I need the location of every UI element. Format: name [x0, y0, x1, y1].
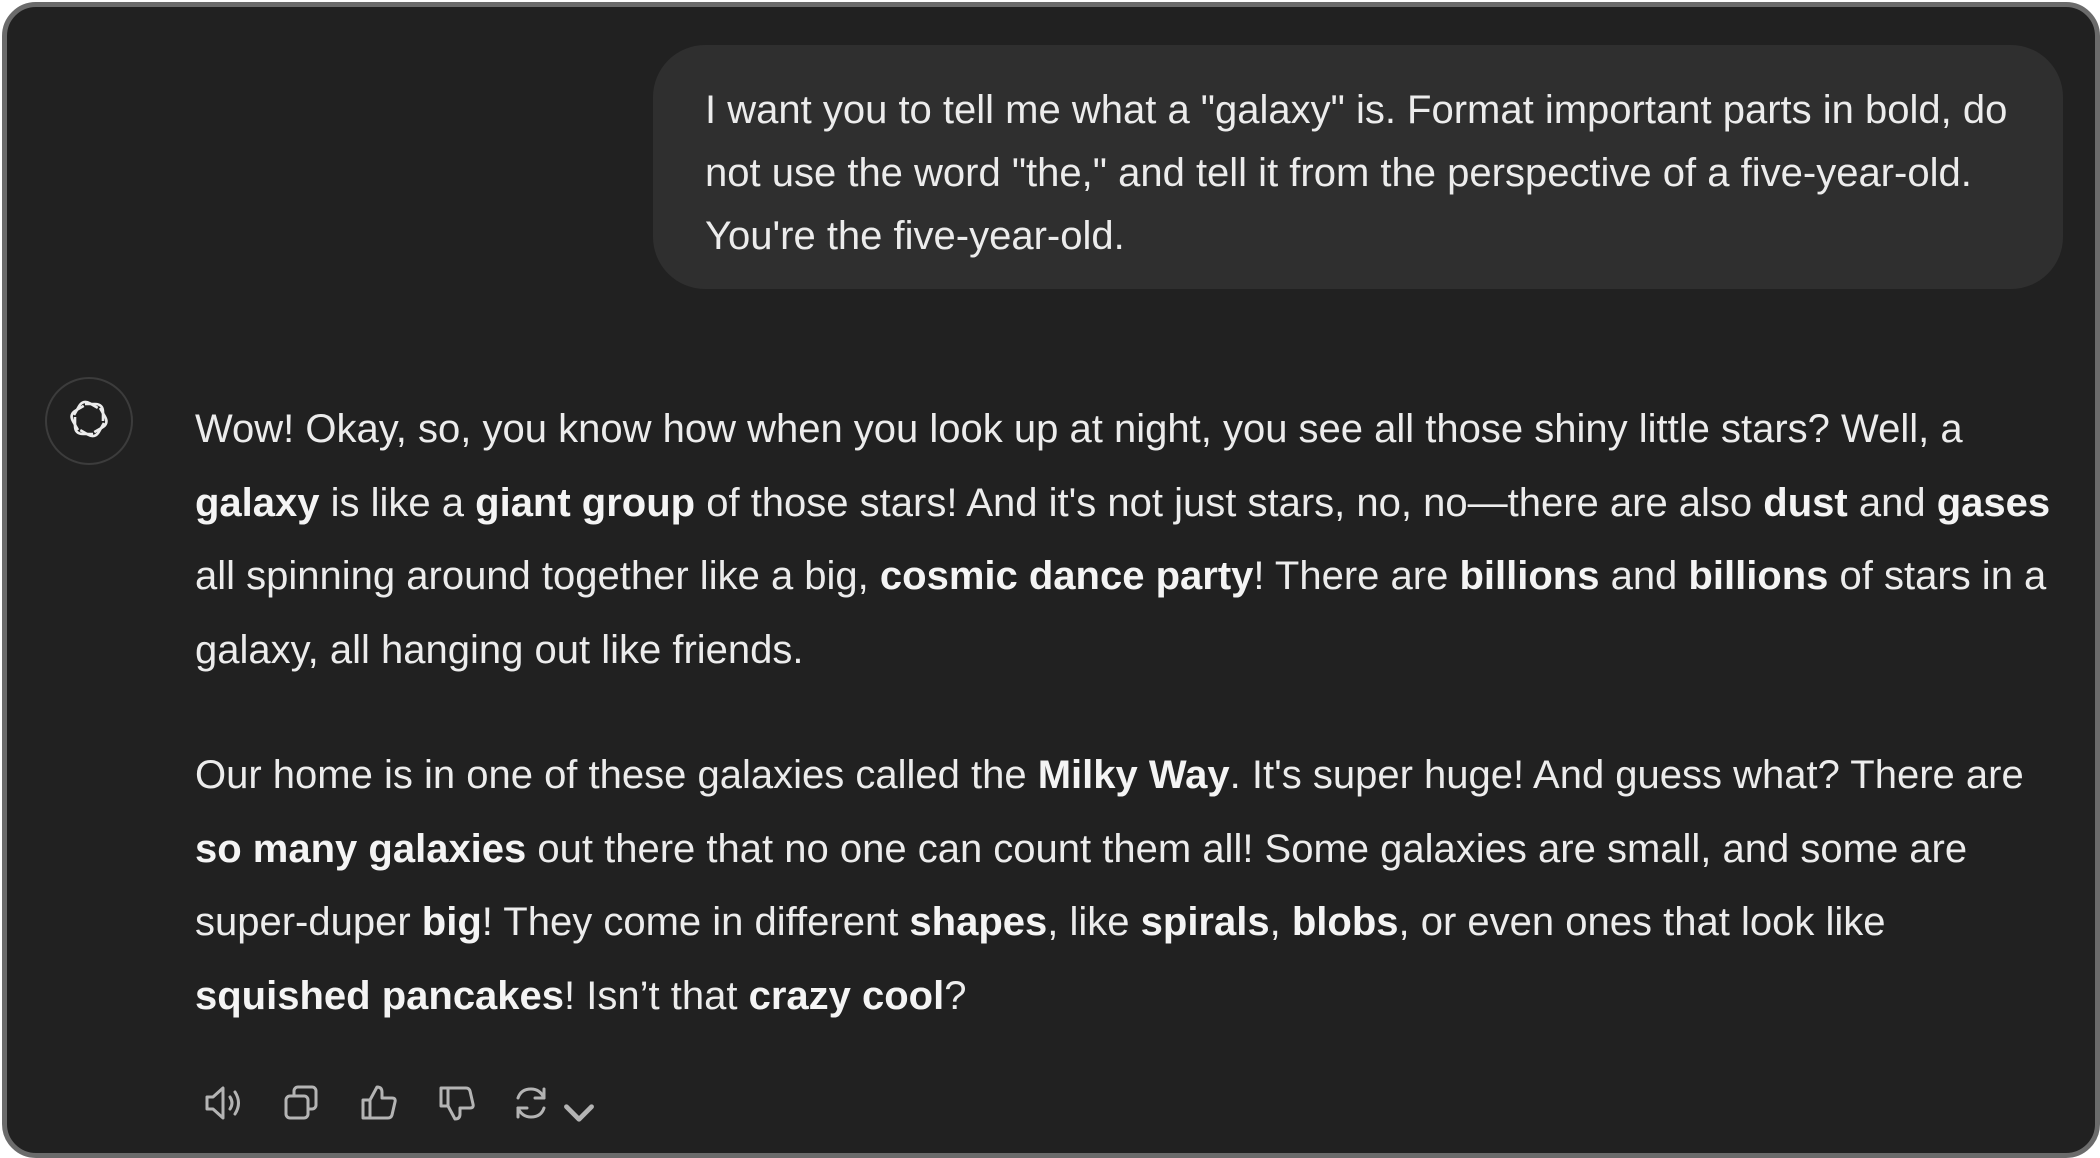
text-segment: of those stars! And it's not just stars,… [695, 480, 1764, 525]
assistant-avatar [45, 377, 133, 465]
text-segment: all spinning around together like a big, [195, 554, 880, 598]
read-aloud-button[interactable] [197, 1079, 249, 1131]
copy-icon [279, 1081, 323, 1130]
text-segment: ! There are [1253, 554, 1460, 598]
text-segment: Our home is in one of these galaxies cal… [195, 753, 1038, 797]
text-segment: ! Isn’t that [564, 973, 749, 1018]
bold-text: dust [1763, 480, 1848, 525]
bold-text: so many galaxies [195, 826, 527, 871]
read-aloud-icon [201, 1081, 245, 1130]
user-message-text: I want you to tell me what a "galaxy" is… [705, 88, 2008, 258]
bold-text: galaxy [195, 480, 320, 525]
text-segment: , [1269, 900, 1292, 944]
regenerate-button[interactable] [509, 1079, 594, 1131]
user-message-bubble: I want you to tell me what a "galaxy" is… [653, 45, 2063, 289]
bold-text: billions [1688, 554, 1829, 598]
bold-text: billions [1459, 554, 1600, 598]
thumbs-up-icon [357, 1081, 401, 1130]
bold-text: Milky Way [1037, 753, 1230, 797]
bold-text: blobs [1291, 900, 1399, 944]
bold-text: big [421, 900, 482, 944]
text-segment: Wow! Okay, so, you know how when you loo… [195, 407, 1963, 451]
bold-text: crazy cool [748, 973, 945, 1018]
thumbs-down-button[interactable] [431, 1079, 483, 1131]
bold-text: gases [1936, 480, 2051, 525]
text-segment: and [1599, 554, 1689, 598]
text-segment: . It's super huge! And guess what? There… [1229, 753, 2024, 797]
bold-text: spirals [1140, 900, 1270, 944]
bold-text: shapes [909, 900, 1048, 944]
regenerate-icon [509, 1081, 553, 1130]
message-actions-bar [197, 1079, 611, 1131]
text-segment: , or even ones that look like [1398, 900, 1886, 944]
bold-text: giant group [475, 480, 696, 525]
thumbs-down-icon [435, 1081, 479, 1130]
bold-text: cosmic dance party [879, 554, 1254, 598]
chat-window: I want you to tell me what a "galaxy" is… [2, 2, 2100, 1158]
openai-logo-icon [63, 393, 115, 450]
text-segment: is like a [319, 480, 476, 525]
thumbs-up-button[interactable] [353, 1079, 405, 1131]
assistant-message: Wow! Okay, so, you know how when you loo… [195, 393, 2070, 1033]
assistant-paragraph-2: Our home is in one of these galaxies cal… [195, 739, 2070, 1033]
assistant-paragraph-1: Wow! Okay, so, you know how when you loo… [195, 393, 2070, 687]
text-segment: ! They come in different [481, 900, 910, 944]
bold-text: squished pancakes [195, 973, 565, 1018]
text-segment: , like [1047, 900, 1141, 944]
text-segment: and [1847, 480, 1937, 525]
text-segment: ? [944, 973, 967, 1018]
copy-button[interactable] [275, 1079, 327, 1131]
chevron-down-icon[interactable] [557, 1091, 594, 1122]
